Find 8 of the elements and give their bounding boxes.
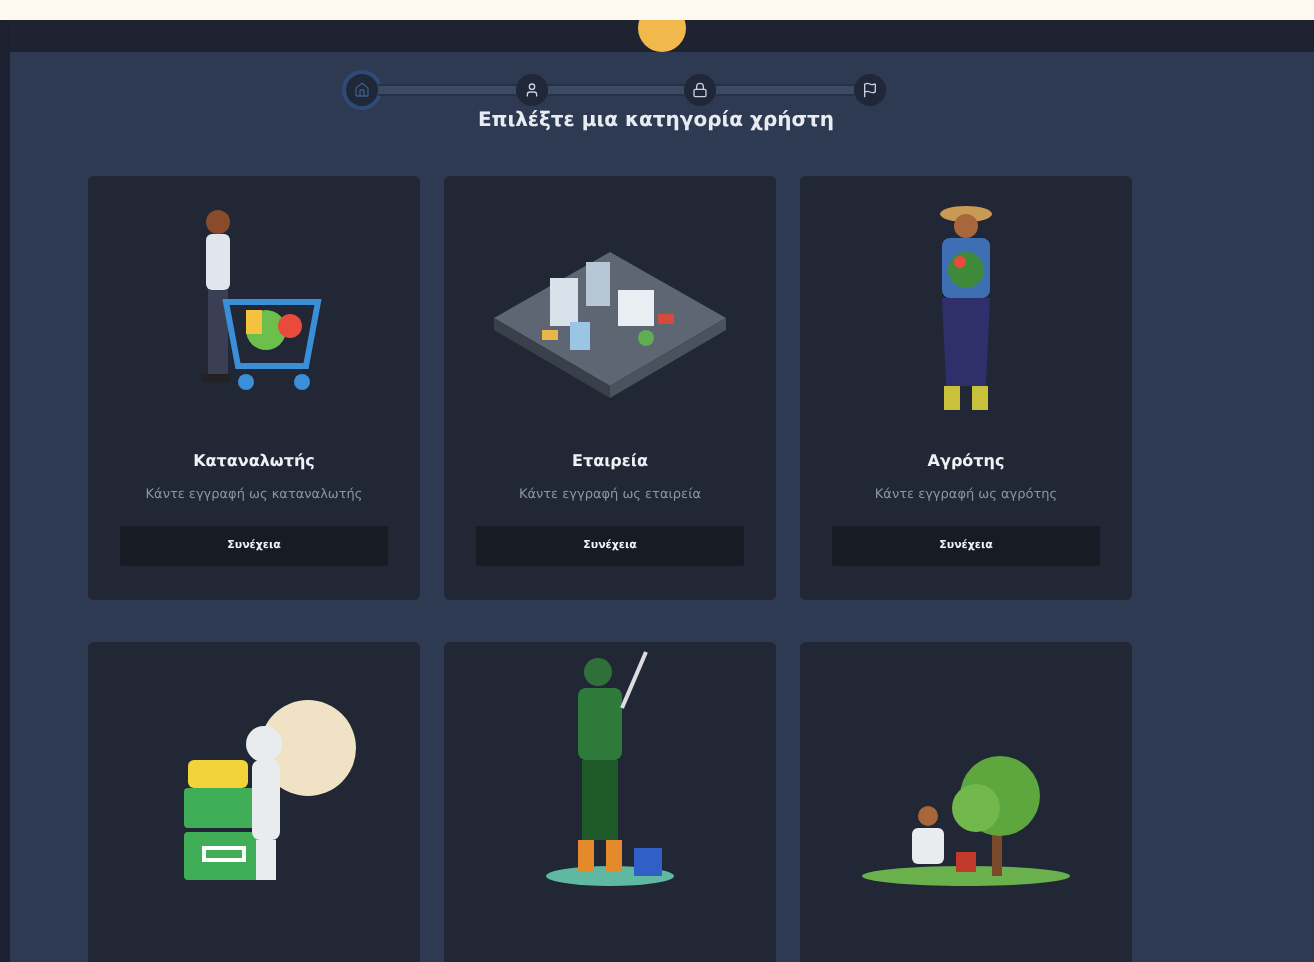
- home-icon: [354, 82, 370, 98]
- user-icon: [523, 82, 540, 98]
- category-title: Εταιρεία: [572, 452, 648, 470]
- lock-icon: [692, 82, 709, 98]
- category-title: Αγρότης: [927, 452, 1005, 470]
- page-title: Επιλέξτε μια κατηγορία χρήστη: [475, 110, 837, 132]
- flag-icon: [862, 82, 879, 98]
- category-title: Καταναλωτής: [193, 452, 315, 470]
